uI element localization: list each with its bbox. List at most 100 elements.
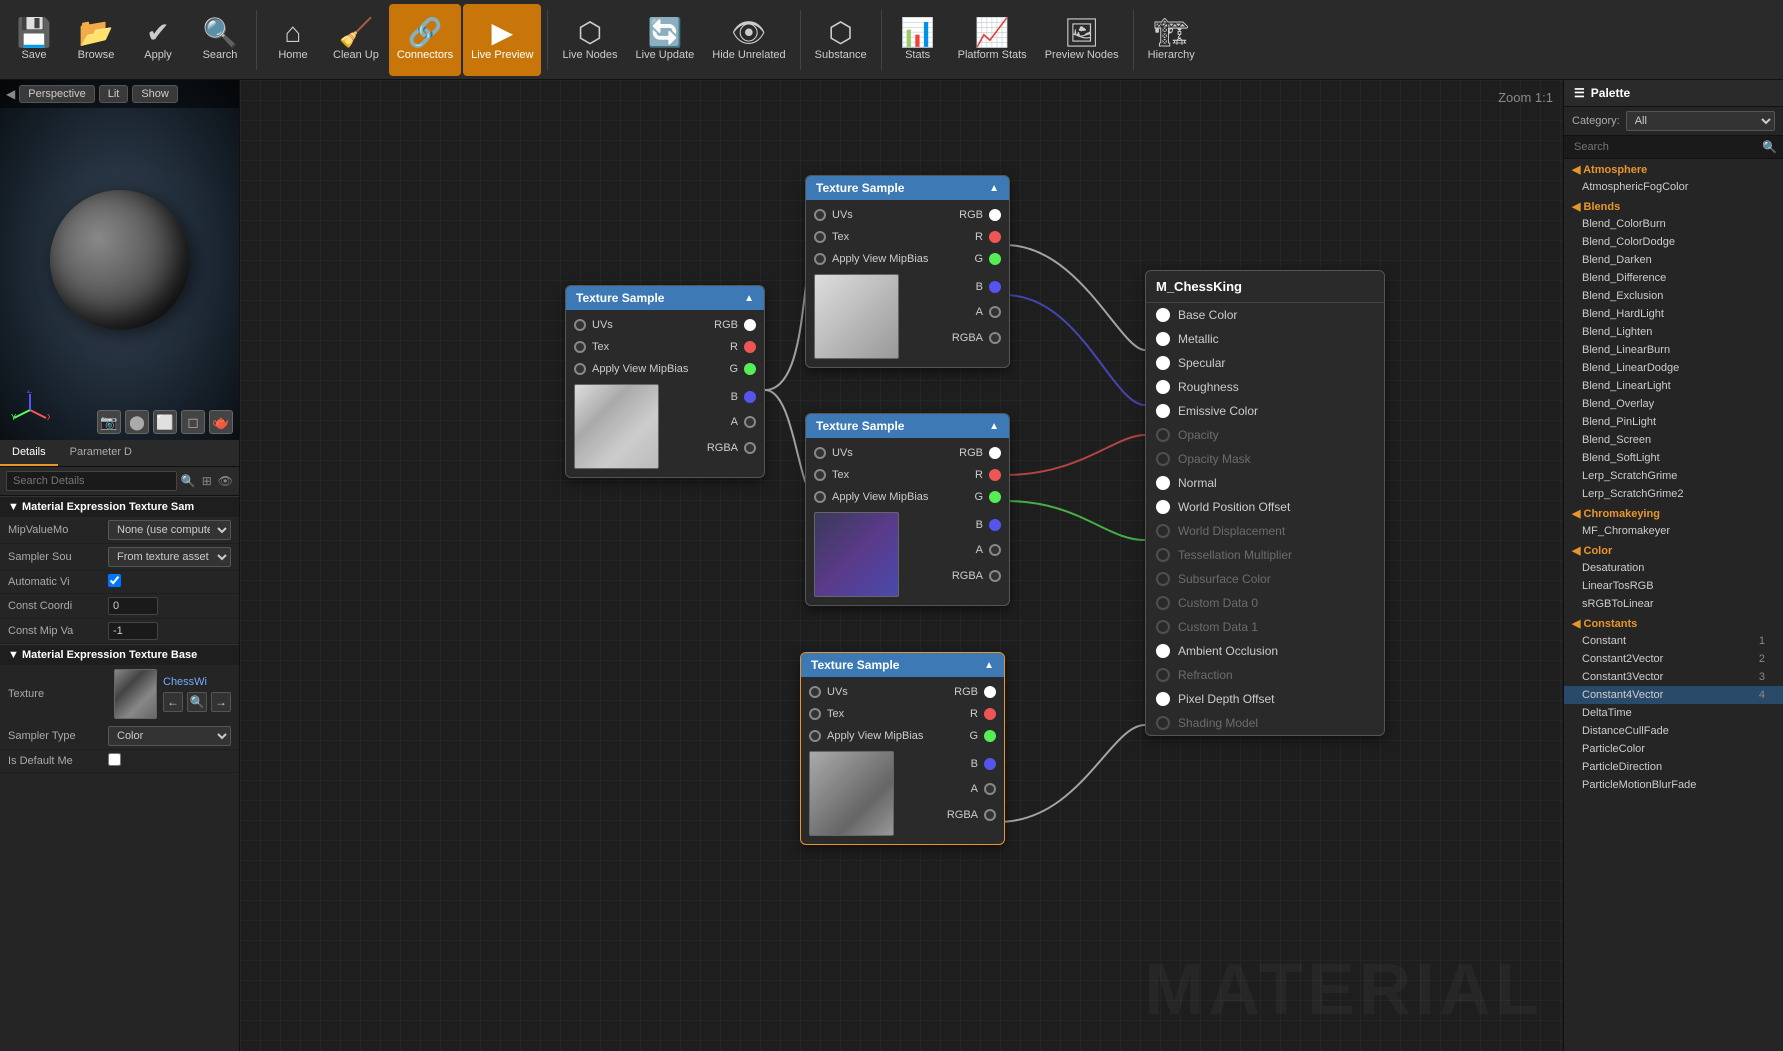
livepreview-button[interactable]: ▶ Live Preview <box>463 4 541 76</box>
node-mck[interactable]: M_ChessKing Base Color Metallic Specular… <box>1145 270 1385 736</box>
palette-item-constant3vector[interactable]: Constant3Vector 3 <box>1564 668 1783 686</box>
pin-ts3-r-out[interactable] <box>989 469 1001 481</box>
pin-ts4-mip-in[interactable] <box>809 730 821 742</box>
palette-item-blend-pinlight[interactable]: Blend_PinLight <box>1564 413 1783 431</box>
pin-ts2-b-out[interactable] <box>989 281 1001 293</box>
section-mat-expr-base[interactable]: ▼ Material Expression Texture Base <box>0 644 239 665</box>
node-ts4-arrow[interactable]: ▲ <box>984 660 994 671</box>
pin-mck-pixeldepth[interactable] <box>1156 692 1170 706</box>
pin-ts1-g-out[interactable] <box>744 363 756 375</box>
pin-ts1-a-out[interactable] <box>744 416 756 428</box>
palette-item-blend-linearlight[interactable]: Blend_LinearLight <box>1564 377 1783 395</box>
palette-category-select[interactable]: All <box>1626 111 1775 131</box>
search-texture-icon[interactable]: 🔍 <box>187 692 207 712</box>
tab-details[interactable]: Details <box>0 440 58 466</box>
pin-ts3-g-out[interactable] <box>989 491 1001 503</box>
palette-item-particledirection[interactable]: ParticleDirection <box>1564 758 1783 776</box>
node-ts1[interactable]: Texture Sample ▲ UVs RGB Tex R <box>565 285 765 478</box>
palette-item-particlecolor[interactable]: ParticleColor <box>1564 740 1783 758</box>
substance-button[interactable]: ⬡ Substance <box>807 4 875 76</box>
platformstats-button[interactable]: 📈 Platform Stats <box>950 4 1035 76</box>
palette-item-mf-chromakeyer[interactable]: MF_Chromakeyer <box>1564 522 1783 540</box>
palette-item-lerp-scratchgrime2[interactable]: Lerp_ScratchGrime2 <box>1564 485 1783 503</box>
arrow-right-icon[interactable]: → <box>211 692 231 712</box>
palette-item-constant[interactable]: Constant 1 <box>1564 632 1783 650</box>
section-mat-expr-texture[interactable]: ▼ Material Expression Texture Sam <box>0 496 239 517</box>
pin-mck-basecolor[interactable] <box>1156 308 1170 322</box>
plane-icon[interactable]: ⬜ <box>153 410 177 434</box>
pin-ts4-r-out[interactable] <box>984 708 996 720</box>
connectors-button[interactable]: 🔗 Connectors <box>389 4 461 76</box>
palette-item-blend-lighten[interactable]: Blend_Lighten <box>1564 323 1783 341</box>
pin-mck-worlddisp[interactable] <box>1156 524 1170 538</box>
palette-search-input[interactable] <box>1570 136 1762 158</box>
pin-ts3-rgba-out[interactable] <box>989 570 1001 582</box>
pin-mck-opacity[interactable] <box>1156 428 1170 442</box>
isdefault-checkbox[interactable] <box>108 753 121 766</box>
pin-ts2-rgb-out[interactable] <box>989 209 1001 221</box>
pin-mck-customdata1[interactable] <box>1156 620 1170 634</box>
pin-ts1-tex-in[interactable] <box>574 341 586 353</box>
palette-item-blend-colordodge[interactable]: Blend_ColorDodge <box>1564 233 1783 251</box>
pin-ts1-mip-in[interactable] <box>574 363 586 375</box>
pin-ts4-uvs-in[interactable] <box>809 686 821 698</box>
const-mip-input[interactable] <box>108 622 158 640</box>
node-ts4[interactable]: Texture Sample ▲ UVs RGB Tex R <box>800 652 1005 845</box>
pin-ts3-b-out[interactable] <box>989 519 1001 531</box>
hideunrelated-button[interactable]: 👁 Hide Unrelated <box>704 4 793 76</box>
eye-icon[interactable]: 👁 <box>218 474 233 488</box>
node-ts3-arrow[interactable]: ▲ <box>989 421 999 432</box>
pin-ts1-rgba-out[interactable] <box>744 442 756 454</box>
stats-button[interactable]: 📊 Stats <box>888 4 948 76</box>
pin-ts3-a-out[interactable] <box>989 544 1001 556</box>
palette-item-srgbtolinear[interactable]: sRGBToLinear <box>1564 595 1783 613</box>
pin-ts2-a-out[interactable] <box>989 306 1001 318</box>
pin-ts2-g-out[interactable] <box>989 253 1001 265</box>
pin-mck-worldpos[interactable] <box>1156 500 1170 514</box>
previewnodes-button[interactable]: 🖼 Preview Nodes <box>1037 4 1127 76</box>
node-ts1-arrow[interactable]: ▲ <box>744 293 754 304</box>
pin-ts2-mip-in[interactable] <box>814 253 826 265</box>
palette-item-desaturation[interactable]: Desaturation <box>1564 559 1783 577</box>
automatic-view-checkbox[interactable] <box>108 574 121 587</box>
pin-mck-shadingmodel[interactable] <box>1156 716 1170 730</box>
cube-icon[interactable]: ◻ <box>181 410 205 434</box>
browse-button[interactable]: 📂 Browse <box>66 4 126 76</box>
pin-ts4-rgb-out[interactable] <box>984 686 996 698</box>
home-button[interactable]: ⌂ Home <box>263 4 323 76</box>
pin-ts4-b-out[interactable] <box>984 758 996 770</box>
pin-ts1-uvs-in[interactable] <box>574 319 586 331</box>
palette-item-lineartosrgb[interactable]: LinearTosRGB <box>1564 577 1783 595</box>
apply-button[interactable]: ✔ Apply <box>128 4 188 76</box>
camera-icon[interactable]: 📷 <box>97 410 121 434</box>
palette-group-blends[interactable]: ◀ Blends <box>1564 196 1783 215</box>
palette-item-constant4vector[interactable]: Constant4Vector 4 <box>1564 686 1783 704</box>
show-button[interactable]: Show <box>132 85 178 103</box>
palette-item-lerp-scratchgrime[interactable]: Lerp_ScratchGrime <box>1564 467 1783 485</box>
pin-ts1-r-out[interactable] <box>744 341 756 353</box>
pin-mck-metallic[interactable] <box>1156 332 1170 346</box>
pin-mck-ambientocclusion[interactable] <box>1156 644 1170 658</box>
hierarchy-button[interactable]: 🏗 Hierarchy <box>1140 4 1203 76</box>
palette-group-constants[interactable]: ◀ Constants <box>1564 613 1783 632</box>
grid-icon[interactable]: ⊞ <box>202 474 212 488</box>
palette-item-blend-screen[interactable]: Blend_Screen <box>1564 431 1783 449</box>
cleanup-button[interactable]: 🧹 Clean Up <box>325 4 387 76</box>
pin-ts4-tex-in[interactable] <box>809 708 821 720</box>
node-ts3[interactable]: Texture Sample ▲ UVs RGB Tex R <box>805 413 1010 606</box>
perspective-button[interactable]: Perspective <box>19 85 94 103</box>
pin-mck-roughness[interactable] <box>1156 380 1170 394</box>
palette-item-blend-linearburn[interactable]: Blend_LinearBurn <box>1564 341 1783 359</box>
palette-item-deltatime[interactable]: DeltaTime <box>1564 704 1783 722</box>
pin-ts1-rgb-out[interactable] <box>744 319 756 331</box>
sphere-icon[interactable]: ⬤ <box>125 410 149 434</box>
const-coord-input[interactable] <box>108 597 158 615</box>
pin-mck-normal[interactable] <box>1156 476 1170 490</box>
pin-mck-opacitymask[interactable] <box>1156 452 1170 466</box>
pin-ts2-uvs-in[interactable] <box>814 209 826 221</box>
palette-item-blend-lineardodge[interactable]: Blend_LinearDodge <box>1564 359 1783 377</box>
palette-item-distancecullfade[interactable]: DistanceCullFade <box>1564 722 1783 740</box>
pin-ts2-rgba-out[interactable] <box>989 332 1001 344</box>
palette-item-blend-hardlight[interactable]: Blend_HardLight <box>1564 305 1783 323</box>
palette-group-color[interactable]: ◀ Color <box>1564 540 1783 559</box>
